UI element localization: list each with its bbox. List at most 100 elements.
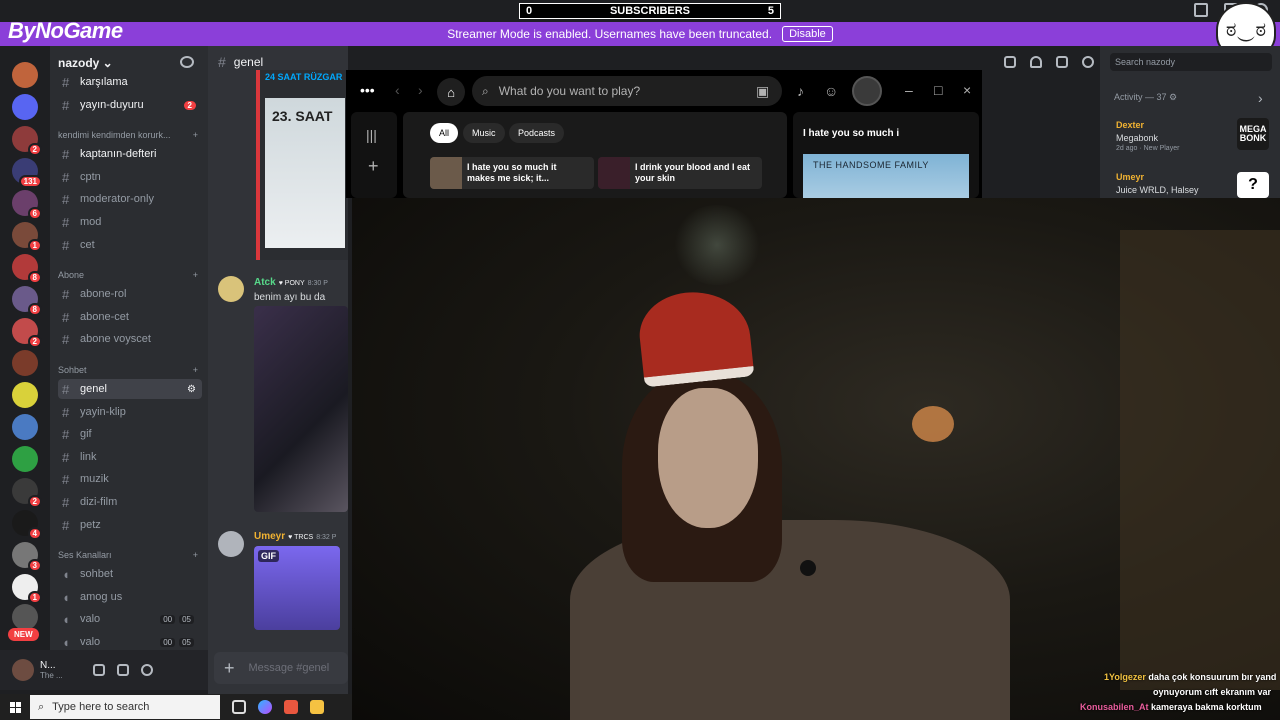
channel-item[interactable]: # kaptanın-defteri [58,144,202,164]
invite-icon[interactable] [180,56,194,68]
server-icon[interactable] [12,446,38,472]
inbox-icon[interactable] [1194,3,1208,17]
add-channel-icon[interactable]: + [193,365,198,375]
server-search-input[interactable]: Search nazody [1110,53,1272,71]
server-icon[interactable]: 4 [12,510,42,540]
category-header[interactable]: kendimi kendimden korurk... + [58,130,198,140]
server-icon[interactable] [12,604,38,630]
server-icon[interactable]: 8 [12,286,42,316]
channel-item[interactable]: # yayin-klip [58,402,202,422]
channel-item[interactable]: # muzik [58,469,202,489]
create-playlist-icon[interactable]: + [368,156,379,177]
channel-item[interactable]: # moderator-only [58,189,202,209]
message-image[interactable] [254,306,348,512]
server-icon[interactable]: 131 [12,158,42,188]
music-thumbnail[interactable]: ? [1237,172,1269,198]
store-icon[interactable] [284,700,298,714]
channel-item[interactable]: # abone voyscet [58,329,202,349]
message-author[interactable]: Atck ♥ PONY 8:30 P [254,277,328,288]
activity-user[interactable]: Dexter [1116,120,1144,130]
now-playing-title[interactable]: I hate you so much i [803,128,899,139]
chevron-right-icon[interactable]: › [1258,90,1263,106]
activity-user[interactable]: Umeyr [1116,172,1144,182]
pin-icon[interactable] [1056,56,1068,68]
server-icon[interactable] [12,62,38,88]
avatar[interactable] [218,276,244,302]
avatar[interactable] [218,531,244,557]
server-icon[interactable]: 8 [12,254,42,284]
channel-item[interactable]: # link [58,447,202,467]
avatar[interactable] [852,76,882,106]
voice-channel-item[interactable]: ◖ sohbet [58,564,202,584]
headphones-icon[interactable] [116,664,129,676]
browse-icon[interactable]: ▣ [756,83,769,100]
channel-item[interactable]: # petz [58,515,202,535]
server-icon[interactable]: 1 [12,574,42,604]
more-options-icon[interactable]: ••• [360,82,375,98]
channel-item[interactable]: # mod [58,212,202,232]
channel-item[interactable]: # yayın-duyuru 2 [58,95,202,115]
embed-title[interactable]: 24 SAAT RÜZGAR [265,72,345,82]
voice-channel-item[interactable]: ◖ valo 00 05 [58,609,202,629]
chip-all[interactable]: All [430,123,459,143]
server-icon[interactable]: 2 [12,126,42,156]
user-info[interactable]: N... The ... [40,660,63,680]
spotify-search[interactable]: ⌕ What do you want to play? [472,76,782,106]
settings-gear-icon[interactable] [140,664,153,676]
server-icon[interactable] [12,350,38,376]
chip-podcasts[interactable]: Podcasts [509,123,565,143]
bell-icon[interactable]: ♪ [797,83,804,99]
channel-item[interactable]: # abone-cet [58,307,202,327]
message-input[interactable]: + Message #genel [214,652,348,684]
forward-arrow-icon[interactable]: › [418,82,423,98]
server-name[interactable]: nazody ⌄ [58,56,113,70]
server-icon[interactable]: 6 [12,190,42,220]
home-icon[interactable]: ⌂ [437,78,465,106]
minimize-icon[interactable]: – [905,82,913,98]
microphone-icon[interactable] [92,664,105,676]
taskbar-search[interactable]: ⌕ Type here to search [30,695,220,719]
server-icon[interactable]: 2 [12,318,42,348]
library-icon[interactable]: ||| [366,127,377,143]
maximize-icon[interactable]: □ [934,82,942,98]
settings-gear-icon[interactable]: ⚙ [187,384,196,395]
server-icon[interactable]: 3 [12,542,42,572]
chip-music[interactable]: Music [463,123,505,143]
shortcut-tile[interactable]: I drink your blood and I eat your skin [598,157,762,189]
disable-streamer-mode-button[interactable]: Disable [782,26,833,42]
channel-item[interactable]: # abone-rol [58,284,202,304]
friends-icon[interactable]: ☺ [824,83,838,99]
voice-channel-item[interactable]: ◖ valo 00 05 [58,632,202,652]
threads-icon[interactable] [1004,56,1016,68]
file-explorer-icon[interactable] [310,700,324,714]
channel-item[interactable]: # gif [58,424,202,444]
server-icon[interactable] [12,382,38,408]
server-icon[interactable] [12,414,38,440]
channel-item[interactable]: # cptn [58,167,202,187]
voice-channel-item[interactable]: ◖ amog us [58,587,202,607]
activity-header[interactable]: Activity — 37 ⚙ [1114,92,1177,103]
server-icon[interactable] [12,94,38,120]
game-thumbnail[interactable]: MEGA BONK [1237,118,1269,150]
server-icon[interactable]: 2 [12,478,42,508]
member-list-icon[interactable] [1082,56,1094,68]
add-channel-icon[interactable]: + [193,550,198,560]
channel-item-active[interactable]: # genel ⚙ [58,379,202,399]
message-author[interactable]: Umeyr ♥ TRCS 8:32 P [254,531,336,542]
category-header[interactable]: Ses Kanalları + [58,550,198,560]
avatar[interactable] [12,659,34,681]
copilot-icon[interactable] [258,700,272,714]
category-header[interactable]: Sohbet + [58,365,198,375]
shortcut-tile[interactable]: I hate you so much it makes me sick; it.… [430,157,594,189]
channel-item[interactable]: # karşılama [58,72,202,92]
channel-item[interactable]: # dizi-film [58,492,202,512]
add-attachment-icon[interactable]: + [224,658,235,679]
start-button[interactable] [0,694,30,720]
category-header[interactable]: Abone + [58,270,198,280]
server-icon[interactable]: 1 [12,222,42,252]
back-arrow-icon[interactable]: ‹ [395,82,400,98]
bell-icon[interactable] [1030,56,1042,68]
add-channel-icon[interactable]: + [193,130,198,140]
channel-item[interactable]: # cet [58,235,202,255]
task-view-icon[interactable] [232,700,246,714]
